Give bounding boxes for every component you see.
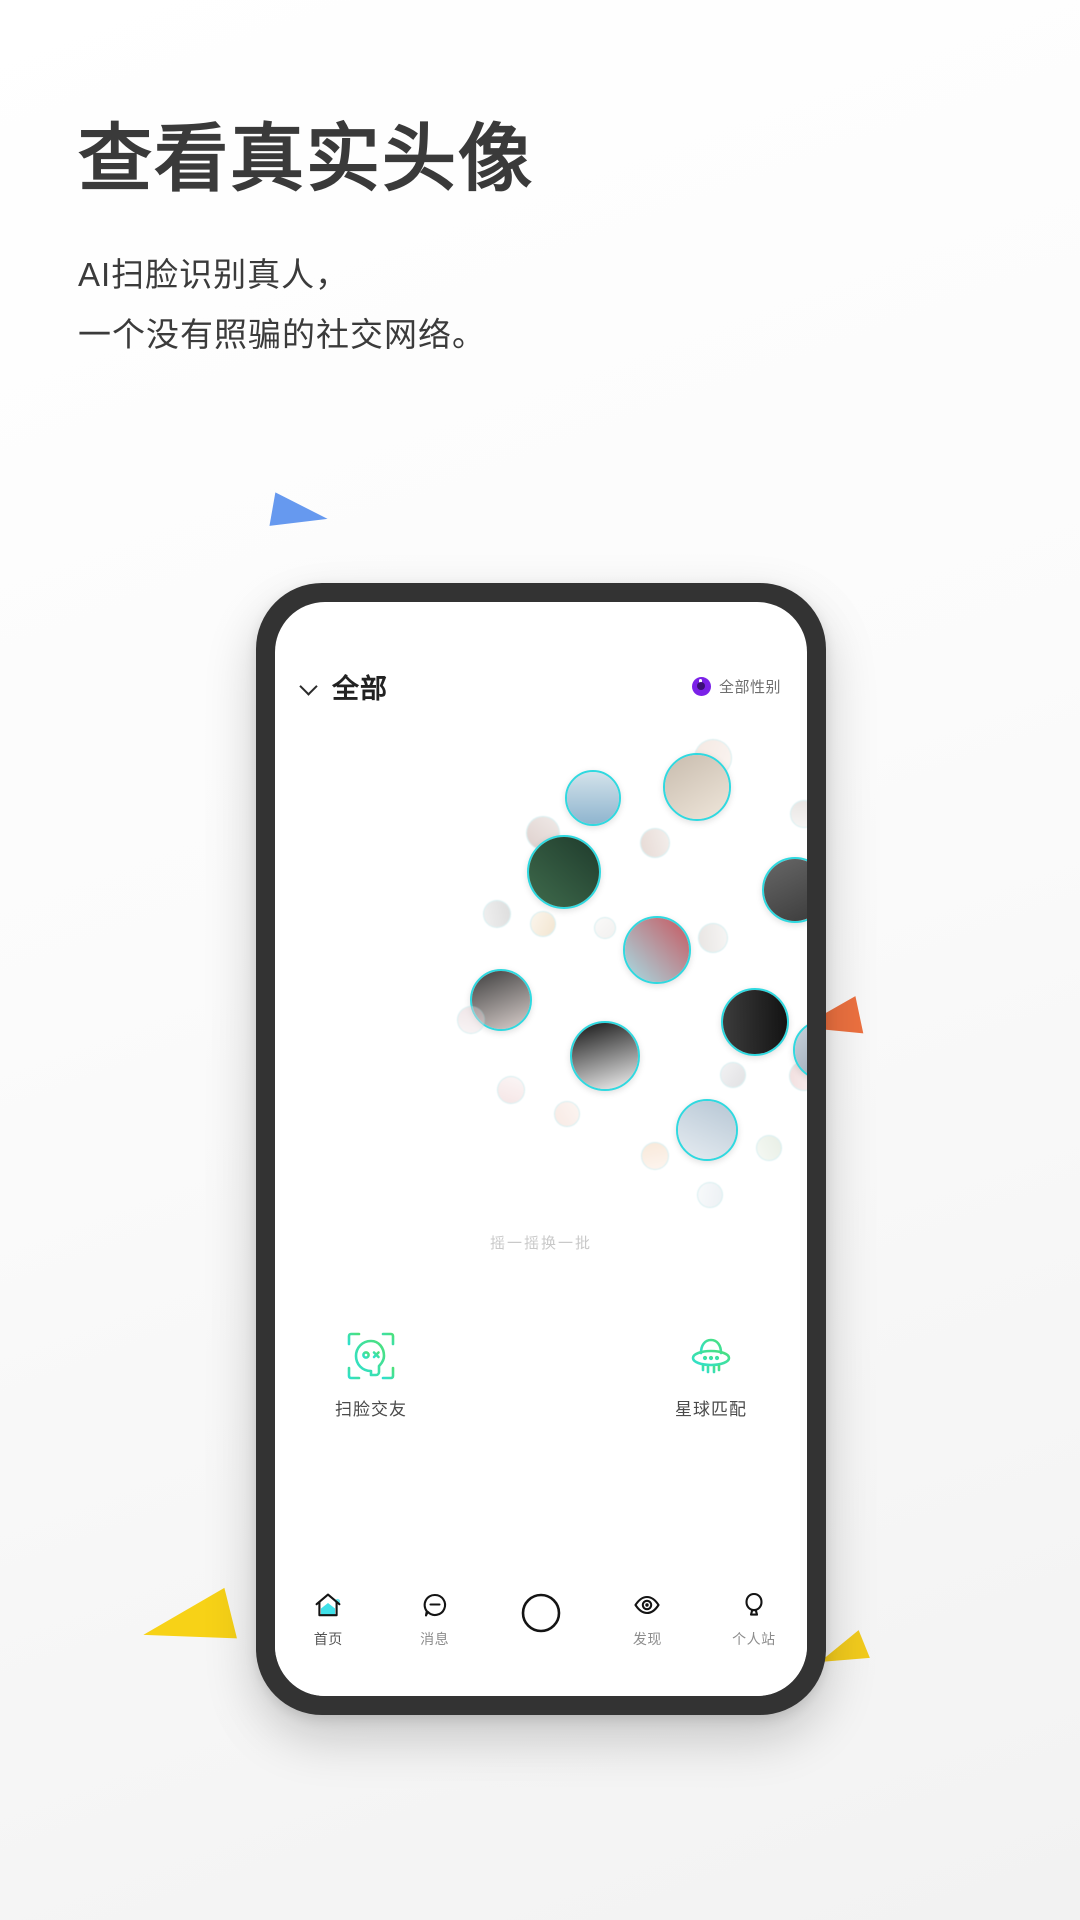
avatar-bubble[interactable]: [697, 1182, 723, 1208]
avatar-photo: [642, 1143, 668, 1169]
avatar-bubble[interactable]: [527, 835, 601, 909]
shake-hint-label: 摇一摇换一批: [489, 1235, 592, 1252]
avatar-bubble-cloud[interactable]: [275, 732, 807, 1222]
avatar-photo: [665, 755, 729, 819]
avatar-photo: [567, 772, 619, 824]
shortcut-planet-match[interactable]: 星球匹配: [651, 1330, 771, 1420]
nav-item-home-label: 首页: [313, 1631, 343, 1647]
avatar-photo: [757, 1136, 781, 1160]
avatar-bubble[interactable]: [570, 1021, 640, 1091]
balloon-icon: [739, 1590, 769, 1620]
avatar-bubble[interactable]: [554, 1101, 580, 1127]
filter-all-label: 全部: [332, 673, 388, 704]
avatar-photo: [791, 801, 807, 827]
yellow-triangle-large-decoration: [137, 1587, 237, 1661]
avatar-photo: [555, 1102, 579, 1126]
nav-item-discover-label: 发现: [632, 1631, 662, 1647]
promo-subtitle-line-2: 一个没有照骗的社交网络。: [78, 315, 486, 353]
avatar-photo: [641, 829, 669, 857]
avatar-bubble[interactable]: [457, 1006, 485, 1034]
avatar-bubble[interactable]: [497, 1076, 525, 1104]
app-topbar: 全部 全部性别: [275, 660, 807, 712]
bottom-navigation: 首页 消息 发现 个人站: [275, 1568, 807, 1696]
avatar-photo: [723, 990, 787, 1054]
nav-item-profile[interactable]: 个人站: [701, 1590, 807, 1649]
avatar-photo: [531, 912, 555, 936]
avatar-photo: [529, 837, 599, 907]
avatar-bubble[interactable]: [720, 1062, 746, 1088]
capture-circle-icon: [518, 1590, 564, 1636]
nav-item-capture[interactable]: [488, 1590, 594, 1645]
avatar-bubble[interactable]: [565, 770, 621, 826]
avatar-bubble[interactable]: [676, 1099, 738, 1161]
avatar-bubble[interactable]: [641, 1142, 669, 1170]
home-icon: [313, 1590, 343, 1620]
nav-item-messages[interactable]: 消息: [381, 1590, 487, 1649]
nav-item-discover[interactable]: 发现: [594, 1590, 700, 1649]
avatar-bubble[interactable]: [698, 923, 728, 953]
gender-target-icon: [691, 676, 711, 696]
avatar-bubble[interactable]: [756, 1135, 782, 1161]
avatar-photo: [572, 1023, 638, 1089]
message-icon: [420, 1590, 450, 1620]
avatar-photo: [458, 1007, 484, 1033]
page-title: 查看真实头像: [78, 117, 534, 200]
avatar-photo: [484, 901, 510, 927]
avatar-photo: [625, 918, 689, 982]
promo-header: 查看真实头像 AI扫脸识别真人， 一个没有照骗的社交网络。: [78, 117, 878, 365]
phone-screen: 全部 全部性别 摇一摇换一批 扫脸交友 星球匹配 首页 消息 发现 个人站: [275, 602, 807, 1696]
avatar-photo: [721, 1063, 745, 1087]
avatar-bubble[interactable]: [790, 800, 807, 828]
avatar-photo: [698, 1183, 722, 1207]
blue-triangle-decoration: [269, 492, 331, 536]
chevron-down-icon: [299, 676, 319, 696]
gender-filter-label: 全部性别: [718, 678, 781, 696]
avatar-bubble[interactable]: [640, 828, 670, 858]
avatar-bubble[interactable]: [594, 917, 616, 939]
avatar-bubble[interactable]: [623, 916, 691, 984]
avatar-photo: [699, 924, 727, 952]
avatar-photo: [595, 918, 615, 938]
avatar-bubble[interactable]: [483, 900, 511, 928]
avatar-photo: [764, 859, 807, 921]
shortcut-row: 扫脸交友 星球匹配: [275, 1330, 807, 1420]
nav-item-home[interactable]: 首页: [275, 1590, 381, 1649]
avatar-bubble[interactable]: [762, 857, 807, 923]
face-scan-icon: [345, 1330, 397, 1382]
eye-icon: [632, 1590, 662, 1620]
avatar-bubble[interactable]: [721, 988, 789, 1056]
gender-filter-button[interactable]: 全部性别: [691, 676, 781, 697]
avatar-photo: [678, 1101, 736, 1159]
promo-subtitle-line-1: AI扫脸识别真人，: [78, 255, 350, 293]
ufo-icon: [685, 1330, 737, 1382]
filter-all-dropdown[interactable]: 全部: [299, 667, 388, 706]
shortcut-face-scan-label: 扫脸交友: [335, 1400, 407, 1419]
nav-item-profile-label: 个人站: [732, 1631, 776, 1647]
avatar-bubble[interactable]: [530, 911, 556, 937]
phone-mockup-frame: 全部 全部性别 摇一摇换一批 扫脸交友 星球匹配 首页 消息 发现 个人站: [256, 583, 826, 1715]
shortcut-face-scan[interactable]: 扫脸交友: [311, 1330, 431, 1420]
promo-subtitle: AI扫脸识别真人， 一个没有照骗的社交网络。: [78, 245, 878, 365]
nav-item-messages-label: 消息: [420, 1631, 450, 1647]
avatar-bubble[interactable]: [663, 753, 731, 821]
shortcut-planet-match-label: 星球匹配: [675, 1400, 747, 1419]
avatar-photo: [498, 1077, 524, 1103]
